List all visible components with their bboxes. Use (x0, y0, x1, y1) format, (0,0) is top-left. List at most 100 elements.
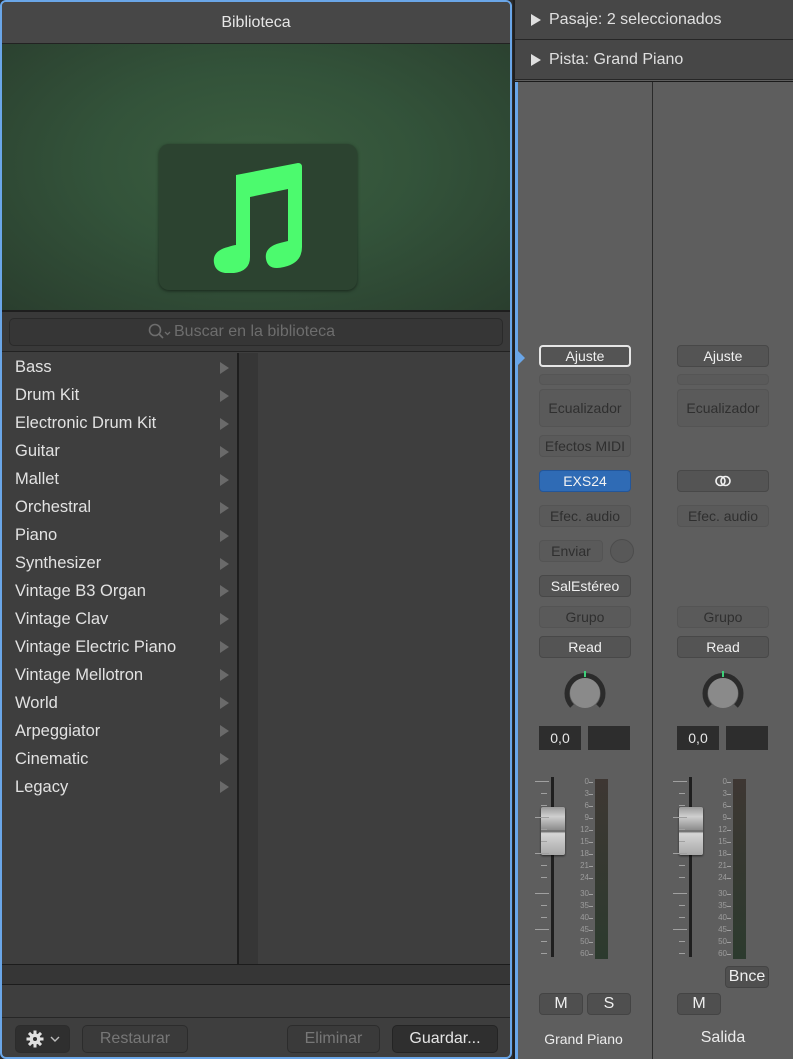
music-note-icon (213, 163, 302, 273)
fader-tick (541, 829, 547, 830)
category-item[interactable]: Vintage B3 Organ (2, 578, 237, 606)
category-item[interactable]: Electronic Drum Kit (2, 410, 237, 438)
category-item[interactable]: Drum Kit (2, 382, 237, 410)
volume-fader-handle[interactable] (541, 807, 565, 855)
delete-button[interactable]: Eliminar (287, 1024, 380, 1053)
meter-scale-label: 45 (580, 925, 589, 934)
fader-tick (541, 805, 547, 806)
channel-name: Salida (700, 1029, 746, 1046)
solo-button[interactable]: S (587, 993, 631, 1015)
meter-scale-label: 35 (580, 901, 589, 910)
meter-scale-label: 40 (580, 913, 589, 922)
automation-mode-button[interactable]: Read (539, 636, 631, 658)
category-label: Vintage Clav (15, 609, 109, 628)
meter-scale-label: 30 (718, 889, 727, 898)
category-item[interactable]: Guitar (2, 438, 237, 466)
track-inspector-label: Pista: Grand Piano (549, 50, 684, 68)
chevron-right-icon (220, 781, 229, 794)
volume-fader-track[interactable] (551, 777, 554, 957)
chevron-right-icon (220, 529, 229, 542)
volume-fader-track[interactable] (689, 777, 692, 957)
fader-tick (679, 793, 685, 794)
save-button[interactable]: Guardar... (392, 1024, 498, 1053)
meter-scale-label: 60 (718, 949, 727, 958)
pan-knob[interactable] (699, 668, 747, 716)
fader-tick (679, 917, 685, 918)
category-item[interactable]: Synthesizer (2, 550, 237, 578)
send-level-knob[interactable] (610, 539, 634, 563)
library-artwork-area (2, 44, 510, 312)
chevron-down-icon (50, 1036, 59, 1042)
fader-tick (679, 953, 685, 954)
disclosure-triangle-icon[interactable] (531, 53, 541, 66)
meter-tick (727, 918, 731, 919)
inspector-panel: Pasaje: 2 seleccionados Pista: Grand Pia… (513, 0, 793, 1059)
region-inspector-toggle[interactable]: Pasaje: 2 seleccionados (515, 0, 793, 40)
meter-tick (589, 906, 593, 907)
library-search-field[interactable] (9, 318, 503, 346)
chevron-right-icon (220, 501, 229, 514)
mute-button[interactable]: M (539, 993, 583, 1015)
category-item[interactable]: Arpeggiator (2, 717, 237, 745)
instrument-slot[interactable]: EXS24 (539, 470, 631, 492)
volume-readout[interactable]: 0,0 (539, 726, 581, 750)
meter-tick (727, 782, 731, 783)
library-header: Biblioteca (2, 2, 510, 44)
category-label: Guitar (15, 442, 60, 461)
library-title: Biblioteca (221, 13, 291, 31)
category-label: Vintage Electric Piano (15, 637, 177, 656)
automation-mode-button[interactable]: Read (677, 636, 769, 658)
mute-button[interactable]: M (677, 993, 721, 1015)
fader-tick (535, 781, 549, 782)
group-slot[interactable]: Grupo (677, 606, 769, 628)
restore-button[interactable]: Restaurar (82, 1024, 188, 1053)
category-item[interactable]: Vintage Mellotron (2, 661, 237, 689)
action-menu-button[interactable] (15, 1024, 70, 1053)
pan-knob[interactable] (561, 668, 609, 716)
bounce-button[interactable]: Bnce (725, 966, 769, 988)
volume-readout[interactable]: 0,0 (677, 726, 719, 750)
peak-readout (726, 726, 768, 750)
category-label: Electronic Drum Kit (15, 414, 157, 433)
fader-tick (673, 781, 687, 782)
category-item[interactable]: Vintage Electric Piano (2, 633, 237, 661)
meter-tick (727, 818, 731, 819)
category-item[interactable]: Bass (2, 354, 237, 382)
category-item[interactable]: Cinematic (2, 745, 237, 773)
category-item[interactable]: Piano (2, 522, 237, 550)
eq-display[interactable]: Ecualizador (539, 389, 631, 427)
meter-scale-label: 45 (718, 925, 727, 934)
track-inspector-toggle[interactable]: Pista: Grand Piano (515, 40, 793, 80)
category-item[interactable]: World (2, 689, 237, 717)
channel-strip-grand-piano: Ajuste Ecualizador Efectos MIDI EXS24 Ef… (515, 82, 653, 1059)
search-icon[interactable] (148, 323, 172, 341)
audio-fx-slot[interactable]: Efec. audio (677, 505, 769, 527)
eq-display[interactable]: Ecualizador (677, 389, 769, 427)
meter-tick (589, 806, 593, 807)
category-item[interactable]: Vintage Clav (2, 605, 237, 633)
setting-button[interactable]: Ajuste (539, 345, 631, 367)
audio-fx-slot[interactable]: Efec. audio (539, 505, 631, 527)
midi-fx-slot[interactable]: Efectos MIDI (539, 435, 631, 457)
category-item[interactable]: Mallet (2, 466, 237, 494)
disclosure-triangle-icon[interactable] (531, 13, 541, 26)
category-item[interactable]: Legacy (2, 773, 237, 801)
group-slot[interactable]: Grupo (539, 606, 631, 628)
output-slot[interactable]: SalEstéreo (539, 575, 631, 597)
category-item[interactable]: Orchestral (2, 494, 237, 522)
meter-scale-label: 15 (580, 837, 589, 846)
meter-tick (727, 878, 731, 879)
meter-tick (589, 830, 593, 831)
meter-tick (727, 906, 731, 907)
setting-button[interactable]: Ajuste (677, 345, 769, 367)
library-panel: Biblioteca Bass Drum Kit Electronic Drum K… (0, 0, 512, 1059)
meter-tick (727, 942, 731, 943)
fader-area: 0 3 6 9 12 15 18 21 24 30 35 40 45 50 60 (669, 777, 765, 963)
fader-tick (541, 953, 547, 954)
input-format-button[interactable] (677, 470, 769, 492)
send-slot[interactable]: Enviar (539, 540, 603, 562)
library-search-input[interactable] (174, 323, 364, 341)
volume-fader-handle[interactable] (679, 807, 703, 855)
music-note-shape (213, 163, 302, 273)
level-meter (595, 779, 608, 959)
